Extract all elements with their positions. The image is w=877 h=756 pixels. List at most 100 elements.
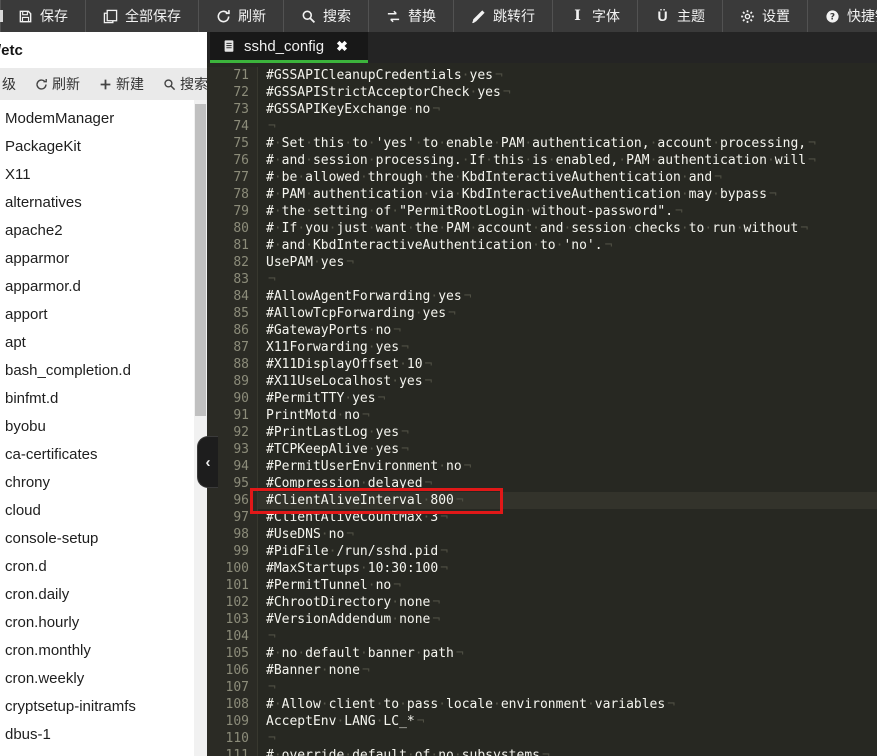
file-item-cloud[interactable]: cloud xyxy=(0,496,207,524)
code-line-84: 84#AllowAgentForwarding·yes¬ xyxy=(207,288,877,305)
code-text: #PrintLastLog·yes¬ xyxy=(258,424,877,441)
sidebar-action-refresh[interactable]: 刷新 xyxy=(35,74,80,94)
file-item-cron.d[interactable]: cron.d xyxy=(0,552,207,580)
toolbar-button-goto-line[interactable]: 跳转行 xyxy=(454,0,553,32)
code-text: #Banner·none¬ xyxy=(258,662,877,679)
toolbar-button-refresh[interactable]: 刷新 xyxy=(199,0,284,32)
file-item-cron.hourly[interactable]: cron.hourly xyxy=(0,608,207,636)
code-line-72: 72#GSSAPIStrictAcceptorCheck·yes¬ xyxy=(207,84,877,101)
code-line-91: 91PrintMotd·no¬ xyxy=(207,407,877,424)
sidebar-scrollbar-track[interactable] xyxy=(194,100,207,756)
save-all-icon xyxy=(103,9,118,24)
file-item-cron.monthly[interactable]: cron.monthly xyxy=(0,636,207,664)
sidebar-action-new-file[interactable]: 新建 xyxy=(99,74,144,94)
toolbar-button-search[interactable]: 搜索 xyxy=(284,0,369,32)
code-line-110: 110¬ xyxy=(207,730,877,747)
code-text: #Compression·delayed¬ xyxy=(258,475,877,492)
file-item-ca-certificates[interactable]: ca-certificates xyxy=(0,440,207,468)
code-text: ¬ xyxy=(258,679,877,696)
toolbar-button-shortcuts[interactable]: ?快捷键 xyxy=(808,0,877,32)
file-item-alternatives[interactable]: alternatives xyxy=(0,188,207,216)
code-line-100: 100#MaxStartups·10:30:100¬ xyxy=(207,560,877,577)
line-number: 91 xyxy=(207,407,258,424)
line-number: 78 xyxy=(207,186,258,203)
replace-icon xyxy=(386,9,401,24)
code-editor[interactable]: 71#GSSAPICleanupCredentials·yes¬72#GSSAP… xyxy=(207,63,877,756)
sidebar-collapse-handle[interactable]: ‹ xyxy=(197,436,218,488)
file-item-console-setup[interactable]: console-setup xyxy=(0,524,207,552)
code-text: #ChrootDirectory·none¬ xyxy=(258,594,877,611)
editor-pane: sshd_config ✖ 71#GSSAPICleanupCredential… xyxy=(207,32,877,756)
theme-icon: Ü xyxy=(655,9,670,24)
code-line-78: 78#·PAM·authentication·via·KbdInteractiv… xyxy=(207,186,877,203)
file-item-PackageKit[interactable]: PackageKit xyxy=(0,132,207,160)
code-line-88: 88#X11DisplayOffset·10¬ xyxy=(207,356,877,373)
code-line-96: 96#ClientAliveInterval·800¬ xyxy=(207,492,877,509)
file-item-dbus-1[interactable]: dbus-1 xyxy=(0,720,207,748)
file-item-ModemManager[interactable]: ModemManager xyxy=(0,104,207,132)
line-number: 100 xyxy=(207,560,258,577)
line-number: 109 xyxy=(207,713,258,730)
code-line-71: 71#GSSAPICleanupCredentials·yes¬ xyxy=(207,67,877,84)
file-item-apt[interactable]: apt xyxy=(0,328,207,356)
code-text: ¬ xyxy=(258,628,877,645)
toolbar-button-save[interactable]: 保存 xyxy=(1,0,86,32)
code-text: #·no·default·banner·path¬ xyxy=(258,645,877,662)
file-item-cryptsetup-initramfs[interactable]: cryptsetup-initramfs xyxy=(0,692,207,720)
toolbar-button-save-all[interactable]: 全部保存 xyxy=(86,0,199,32)
file-item-apparmor.d[interactable]: apparmor.d xyxy=(0,272,207,300)
toolbar-button-label: 设置 xyxy=(762,6,790,26)
search-icon xyxy=(163,78,176,91)
code-text: #GSSAPIStrictAcceptorCheck·yes¬ xyxy=(258,84,877,101)
code-text: #MaxStartups·10:30:100¬ xyxy=(258,560,877,577)
file-item-binfmt.d[interactable]: binfmt.d xyxy=(0,384,207,412)
code-line-81: 81#·and·KbdInteractiveAuthentication·to·… xyxy=(207,237,877,254)
code-text: #·If·you·just·want·the·PAM·account·and·s… xyxy=(258,220,877,237)
close-icon[interactable]: ✖ xyxy=(336,38,348,55)
current-path-label: /etc xyxy=(0,42,23,59)
line-number: 77 xyxy=(207,169,258,186)
file-item-cron.daily[interactable]: cron.daily xyxy=(0,580,207,608)
file-item-X11[interactable]: X11 xyxy=(0,160,207,188)
file-item-apparmor[interactable]: apparmor xyxy=(0,244,207,272)
sidebar-action-label: 新建 xyxy=(116,74,144,94)
code-text: #GSSAPIKeyExchange·no¬ xyxy=(258,101,877,118)
code-text: X11Forwarding·yes¬ xyxy=(258,339,877,356)
file-item-byobu[interactable]: byobu xyxy=(0,412,207,440)
toolbar-button-theme[interactable]: Ü 主题 xyxy=(638,0,723,32)
file-item-apache2[interactable]: apache2 xyxy=(0,216,207,244)
font-icon: I xyxy=(570,9,585,24)
code-text: #·override·default·of·no·subsystems¬ xyxy=(258,747,877,756)
line-number: 76 xyxy=(207,152,258,169)
line-number: 106 xyxy=(207,662,258,679)
line-number: 108 xyxy=(207,696,258,713)
search-icon xyxy=(301,9,316,24)
file-item-bash_completion.d[interactable]: bash_completion.d xyxy=(0,356,207,384)
line-number: 84 xyxy=(207,288,258,305)
toolbar-button-settings[interactable]: 设置 xyxy=(723,0,808,32)
toolbar-button-replace[interactable]: 替换 xyxy=(369,0,454,32)
sidebar-scrollbar-thumb[interactable] xyxy=(195,104,206,416)
line-number: 102 xyxy=(207,594,258,611)
line-number: 97 xyxy=(207,509,258,526)
tab-sshd-config[interactable]: sshd_config ✖ xyxy=(210,32,368,63)
code-line-83: 83¬ xyxy=(207,271,877,288)
line-number: 74 xyxy=(207,118,258,135)
toolbar-button-label: 主题 xyxy=(677,6,705,26)
save-icon xyxy=(18,9,33,24)
line-number: 87 xyxy=(207,339,258,356)
sidebar-action-parent-dir[interactable]: 级 xyxy=(2,74,16,94)
code-line-92: 92#PrintLastLog·yes¬ xyxy=(207,424,877,441)
code-line-77: 77#·be·allowed·through·the·KbdInteractiv… xyxy=(207,169,877,186)
toolbar-button-label: 保存 xyxy=(40,6,68,26)
code-line-74: 74¬ xyxy=(207,118,877,135)
file-item-cron.weekly[interactable]: cron.weekly xyxy=(0,664,207,692)
tab-bar: sshd_config ✖ xyxy=(207,32,877,63)
code-line-87: 87X11Forwarding·yes¬ xyxy=(207,339,877,356)
file-item-chrony[interactable]: chrony xyxy=(0,468,207,496)
help-icon: ? xyxy=(825,9,840,24)
file-item-apport[interactable]: apport xyxy=(0,300,207,328)
code-line-90: 90#PermitTTY·yes¬ xyxy=(207,390,877,407)
toolbar-button-font[interactable]: I字体 xyxy=(553,0,638,32)
sidebar-action-search[interactable]: 搜索 xyxy=(163,74,207,94)
